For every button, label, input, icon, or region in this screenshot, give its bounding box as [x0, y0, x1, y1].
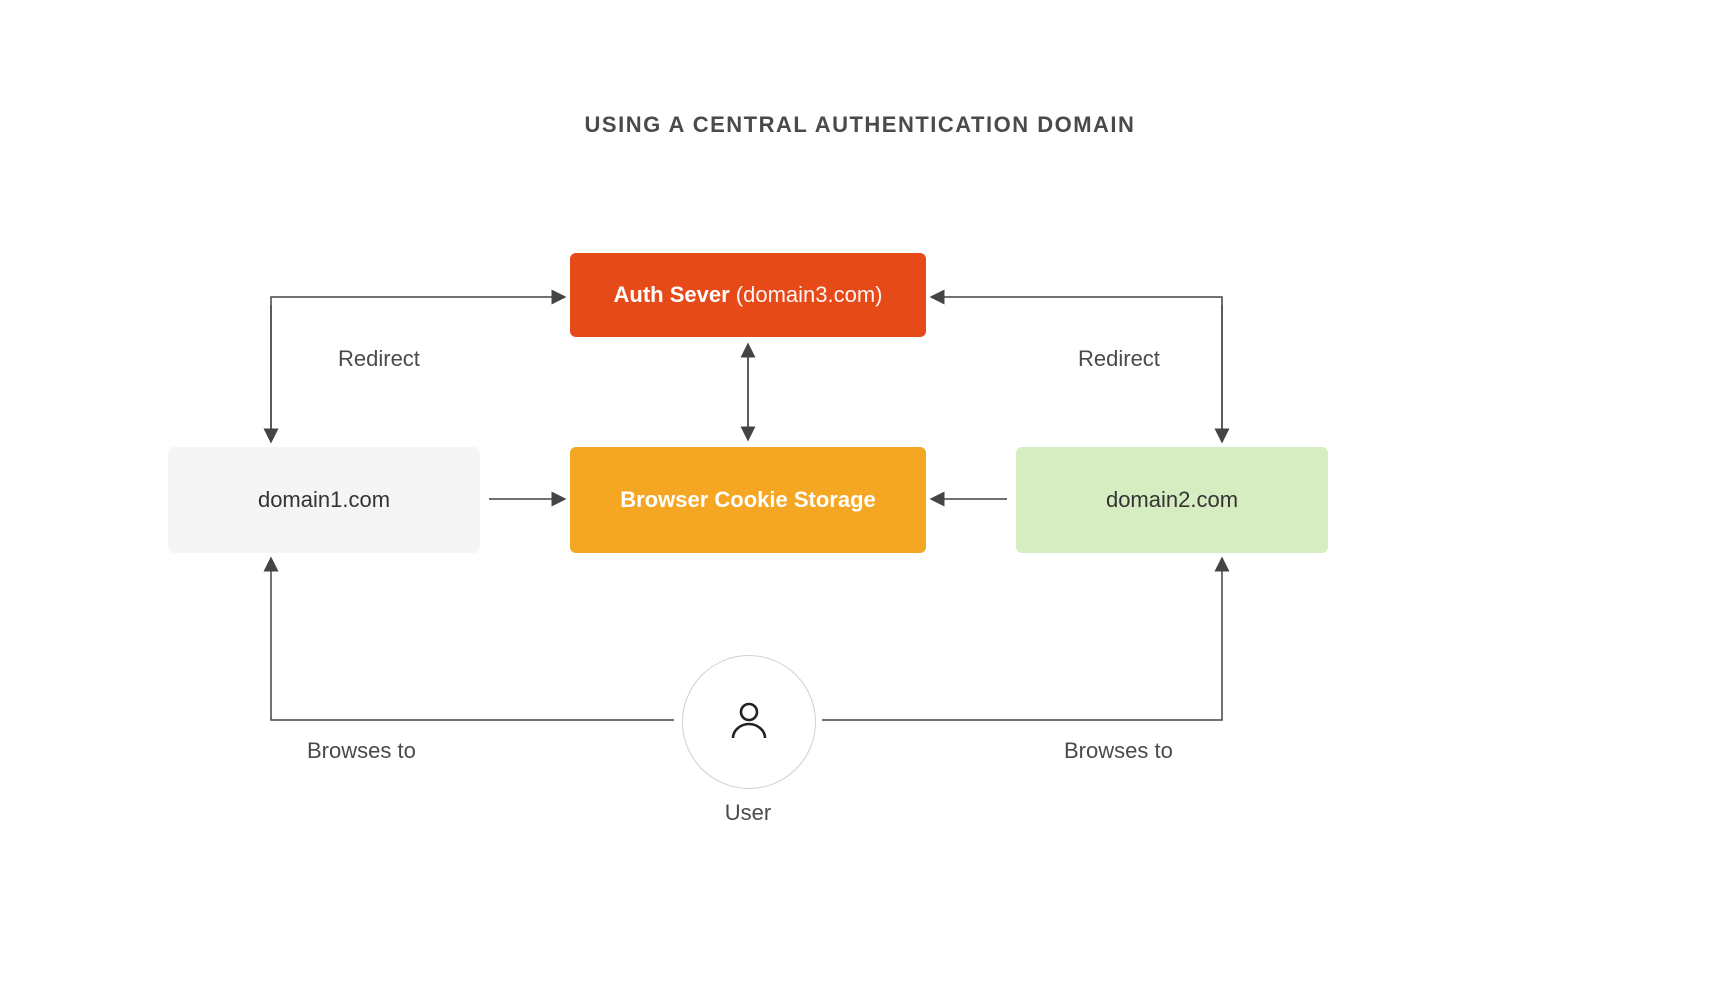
- redirect-left-label: Redirect: [338, 346, 420, 372]
- user-icon: [725, 696, 773, 749]
- domain2-node: domain2.com: [1016, 447, 1328, 553]
- diagram-title: USING A CENTRAL AUTHENTICATION DOMAIN: [0, 112, 1720, 138]
- redirect-right-label: Redirect: [1078, 346, 1160, 372]
- browses-left-label: Browses to: [307, 738, 416, 764]
- browses-right-label: Browses to: [1064, 738, 1173, 764]
- arrow-user-to-domain2: [822, 561, 1222, 720]
- domain1-node: domain1.com: [168, 447, 480, 553]
- user-label: User: [0, 800, 1496, 826]
- auth-server-node: Auth Sever (domain3.com): [570, 253, 926, 337]
- cookie-storage-node: Browser Cookie Storage: [570, 447, 926, 553]
- auth-server-label-bold: Auth Sever: [614, 282, 730, 307]
- auth-server-label-domain: (domain3.com): [736, 282, 883, 307]
- user-node: [682, 655, 816, 789]
- arrow-user-to-domain1: [271, 561, 674, 720]
- diagram-stage: USING A CENTRAL AUTHENTICATION DOMAIN Au…: [0, 0, 1720, 1000]
